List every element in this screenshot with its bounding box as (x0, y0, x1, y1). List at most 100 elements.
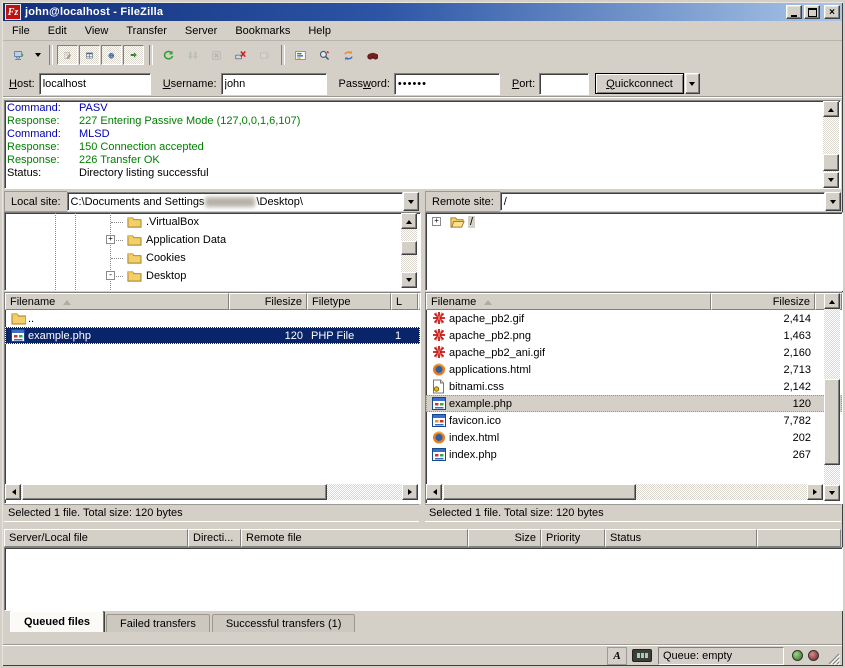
scroll-up-icon[interactable] (823, 101, 839, 117)
scroll-down-icon[interactable] (823, 172, 839, 188)
local-directory-tree: .VirtualBox+Application DataCookies-Desk… (4, 212, 421, 291)
menu-item-bookmarks[interactable]: Bookmarks (226, 23, 299, 39)
site-manager-icon[interactable] (7, 44, 30, 66)
quickconnect-button[interactable]: Quickconnect (595, 73, 684, 94)
toggle-remote-tree-icon[interactable] (101, 45, 122, 65)
column-header-filename[interactable]: Filename (426, 293, 711, 310)
close-button[interactable]: × (824, 5, 840, 19)
refresh-icon[interactable] (157, 44, 180, 66)
column-header-filename[interactable]: Filename (5, 293, 229, 310)
local-horizontal-scrollbar[interactable] (5, 484, 418, 500)
scrollbar-thumb[interactable] (823, 154, 839, 171)
file-row-index.html[interactable]: index.html202 (426, 429, 842, 446)
remote-path-dropdown[interactable] (825, 192, 841, 211)
menu-item-help[interactable]: Help (299, 23, 340, 39)
queue-column-directi-[interactable]: Directi... (188, 529, 241, 547)
file-row-apache-pb2.gif[interactable]: apache_pb2.gif2,414 (426, 310, 842, 327)
tab-failed-transfers[interactable]: Failed transfers (106, 614, 210, 632)
file-row-applications.html[interactable]: applications.html2,713 (426, 361, 842, 378)
column-header-l[interactable]: L (391, 293, 418, 310)
local-path-suffix: \Desktop\ (256, 196, 302, 208)
remote-horizontal-scrollbar[interactable] (426, 484, 823, 500)
menu-item-file[interactable]: File (3, 23, 39, 39)
tab-queued-files[interactable]: Queued files (10, 611, 104, 632)
toggle-local-tree-icon[interactable] (79, 45, 100, 65)
file-row-apache-pb2-ani.gif[interactable]: apache_pb2_ani.gif2,160 (426, 344, 842, 361)
site-manager-dropdown[interactable] (31, 44, 44, 66)
queue-column-server-local-file[interactable]: Server/Local file (4, 529, 188, 547)
log-line: Command:MLSD (7, 128, 838, 141)
scrollbar-thumb[interactable] (22, 484, 327, 500)
local-path-prefix: C:\Documents and Settings (71, 196, 205, 208)
queue-column-priority[interactable]: Priority (541, 529, 605, 547)
sort-ascending-icon (484, 296, 492, 305)
quickconnect-dropdown[interactable] (685, 73, 700, 94)
column-header-filesize[interactable]: Filesize (711, 293, 815, 310)
scrollbar-thumb[interactable] (824, 379, 840, 465)
disconnect-icon[interactable] (229, 44, 252, 66)
queue-column-status[interactable]: Status (605, 529, 757, 547)
local-path-combobox[interactable]: C:\Documents and Settings \Desktop\ (67, 192, 403, 211)
scroll-left-icon[interactable] (426, 484, 442, 500)
tree-item-cookies[interactable]: Cookies (5, 249, 420, 267)
synchronized-browsing-icon[interactable] (337, 44, 360, 66)
menu-item-server[interactable]: Server (176, 23, 226, 39)
host-input[interactable] (39, 73, 151, 95)
expand-icon[interactable]: + (432, 217, 441, 226)
toggle-queue-icon[interactable] (123, 45, 144, 65)
maximize-button[interactable] (804, 5, 820, 19)
local-path-dropdown[interactable] (403, 192, 419, 211)
tab-successful-transfers-1-[interactable]: Successful transfers (1) (212, 614, 356, 632)
resize-grip[interactable] (826, 651, 840, 665)
scroll-down-icon[interactable] (824, 485, 840, 501)
speed-limit-icon[interactable] (632, 649, 652, 662)
synchronized-browsing-icon (343, 47, 354, 64)
file-row-index.php[interactable]: index.php267 (426, 446, 842, 463)
remote-vertical-scrollbar[interactable] (824, 293, 840, 501)
collapse-icon[interactable]: - (106, 271, 115, 280)
tree-item--virtualbox[interactable]: .VirtualBox (5, 213, 420, 231)
expand-icon[interactable]: + (106, 235, 115, 244)
remote-path-combobox[interactable]: / (500, 192, 825, 211)
local-tree-scrollbar[interactable] (401, 213, 417, 288)
scroll-down-icon[interactable] (401, 272, 417, 288)
directory-filters-icon[interactable] (289, 44, 312, 66)
find-files-icon[interactable] (361, 44, 384, 66)
file-row-example.php[interactable]: example.php120 (426, 395, 842, 412)
toggle-message-log-icon[interactable] (57, 45, 78, 65)
cell: apache_pb2_ani.gif (426, 344, 711, 361)
compare-directories-icon (319, 47, 330, 64)
column-header-filetype[interactable]: Filetype (307, 293, 391, 310)
password-input[interactable] (394, 73, 500, 95)
tree-item-desktop[interactable]: -Desktop (5, 267, 420, 285)
minimize-button[interactable] (786, 5, 802, 19)
scroll-right-icon[interactable] (807, 484, 823, 500)
compare-directories-icon[interactable] (313, 44, 336, 66)
scroll-up-icon[interactable] (824, 293, 840, 309)
data-type-indicator-icon[interactable]: A (607, 647, 627, 665)
local-file-list: FilenameFilesizeFiletypeL ..example.php1… (4, 292, 421, 504)
scroll-up-icon[interactable] (401, 213, 417, 229)
tree-item-root[interactable]: +/ (426, 213, 842, 231)
file-row-favicon.ico[interactable]: favicon.ico7,782 (426, 412, 842, 429)
scrollbar-thumb[interactable] (401, 241, 417, 255)
scroll-left-icon[interactable] (5, 484, 21, 500)
menu-item-edit[interactable]: Edit (39, 23, 76, 39)
scroll-right-icon[interactable] (402, 484, 418, 500)
log-line: Response:150 Connection accepted (7, 141, 838, 154)
queue-column-remote-file[interactable]: Remote file (241, 529, 468, 547)
menu-item-transfer[interactable]: Transfer (117, 23, 176, 39)
scrollbar-thumb[interactable] (443, 484, 636, 500)
port-input[interactable] (539, 73, 589, 95)
file-row-apache-pb2.png[interactable]: apache_pb2.png1,463 (426, 327, 842, 344)
local-selection-status: Selected 1 file. Total size: 120 bytes (4, 504, 419, 522)
menu-item-view[interactable]: View (76, 23, 118, 39)
file-row-..[interactable]: .. (5, 310, 420, 327)
column-header-filesize[interactable]: Filesize (229, 293, 307, 310)
file-row-example.php[interactable]: example.php120PHP File1 (5, 327, 420, 344)
queue-column-size[interactable]: Size (468, 529, 541, 547)
file-row-bitnami.css[interactable]: bitnami.css2,142 (426, 378, 842, 395)
tree-item-application-data[interactable]: +Application Data (5, 231, 420, 249)
log-scrollbar[interactable] (823, 101, 839, 188)
username-input[interactable] (221, 73, 327, 95)
